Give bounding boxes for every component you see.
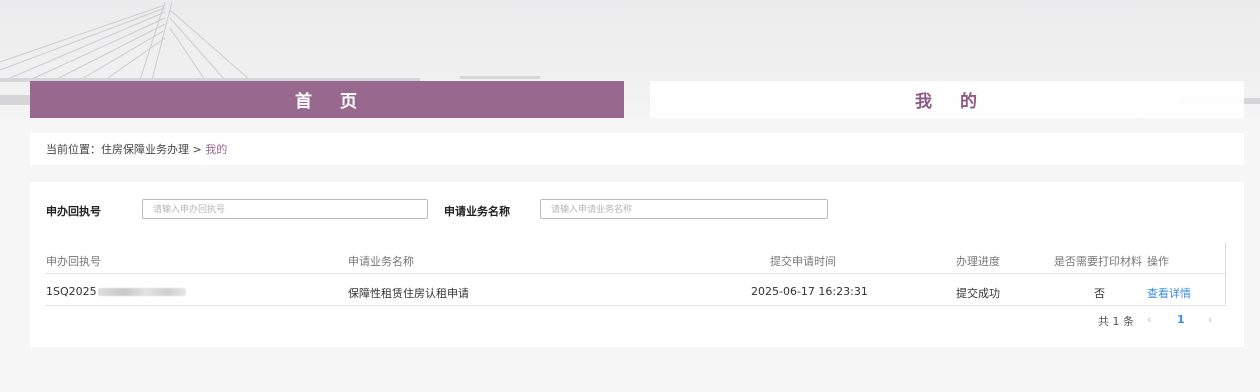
pagination-prev-icon[interactable]: ‹ bbox=[1147, 313, 1151, 326]
col-header-business: 申请业务名称 bbox=[348, 255, 414, 268]
view-detail-link[interactable]: 查看详情 bbox=[1147, 285, 1191, 301]
table-right-border bbox=[1225, 243, 1226, 304]
receipt-input[interactable]: 请输入申办回执号 bbox=[142, 199, 428, 219]
row-divider bbox=[46, 305, 1226, 306]
receipt-label: 申办回执号 bbox=[46, 205, 101, 218]
cell-business: 保障性租赁住房认租申请 bbox=[348, 287, 469, 300]
col-header-time: 提交申请时间 bbox=[770, 255, 836, 268]
pagination-page[interactable]: 1 bbox=[1177, 313, 1185, 326]
business-input[interactable]: 请输入申请业务名称 bbox=[540, 199, 828, 219]
col-header-progress: 办理进度 bbox=[956, 255, 1000, 268]
cell-progress: 提交成功 bbox=[956, 287, 1000, 300]
pagination-next-icon[interactable]: › bbox=[1208, 313, 1212, 326]
cell-print: 否 bbox=[1094, 287, 1105, 300]
col-header-action: 操作 bbox=[1147, 255, 1169, 268]
col-header-print: 是否需要打印材料 bbox=[1054, 255, 1142, 268]
business-label: 申请业务名称 bbox=[444, 205, 510, 218]
nav-mine[interactable]: 我 的 bbox=[650, 81, 1244, 118]
redacted-mask bbox=[97, 288, 186, 296]
header-divider bbox=[46, 273, 1226, 274]
breadcrumb-current[interactable]: 我的 bbox=[205, 143, 227, 156]
breadcrumb-prefix: 当前位置：住房保障业务办理 > bbox=[46, 143, 206, 156]
query-panel: 申办回执号 请输入申办回执号 申请业务名称 请输入申请业务名称 申办回执号 申请… bbox=[30, 182, 1244, 347]
col-header-receipt: 申办回执号 bbox=[46, 255, 101, 268]
receipt-number: 1SQ2025 bbox=[46, 285, 97, 298]
pagination-total: 共 1 条 bbox=[1098, 315, 1134, 328]
cell-receipt: 1SQ2025 bbox=[46, 285, 186, 298]
cell-time: 2025-06-17 16:23:31 bbox=[751, 285, 868, 298]
breadcrumb: 当前位置：住房保障业务办理 > 我的 bbox=[30, 133, 1244, 165]
nav-home[interactable]: 首 页 bbox=[30, 81, 624, 118]
